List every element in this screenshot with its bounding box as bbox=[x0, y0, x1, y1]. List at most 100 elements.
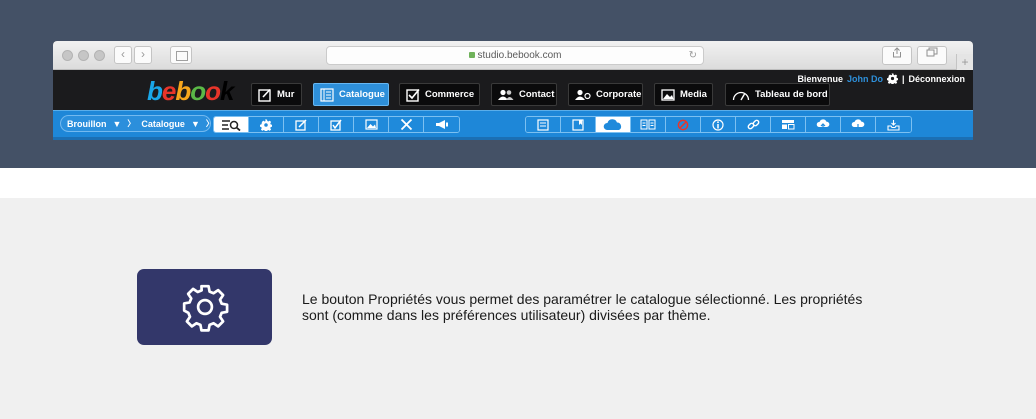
nav-media-button[interactable]: Media bbox=[654, 83, 713, 106]
properties-button[interactable] bbox=[249, 117, 284, 132]
image-icon bbox=[364, 119, 378, 130]
nav-label: Contact bbox=[519, 89, 555, 100]
disable-button[interactable] bbox=[666, 117, 701, 132]
breadcrumb-separator: 〉 bbox=[127, 119, 136, 128]
inbox-button[interactable] bbox=[876, 117, 911, 132]
megaphone-icon bbox=[435, 120, 448, 129]
nav-commerce-button[interactable]: Commerce bbox=[399, 83, 480, 106]
back-button[interactable]: ‹ bbox=[114, 46, 132, 64]
nav-catalogue-button[interactable]: Catalogue bbox=[313, 83, 389, 106]
address-bar[interactable]: studio.bebook.com ↻ bbox=[326, 46, 704, 65]
image-button[interactable] bbox=[354, 117, 389, 132]
forward-button[interactable]: › bbox=[134, 46, 152, 64]
zoom-window-button[interactable] bbox=[94, 50, 105, 61]
close-window-button[interactable] bbox=[62, 50, 73, 61]
layout-button[interactable] bbox=[771, 117, 806, 132]
logo-letter: e bbox=[161, 76, 177, 106]
toolbar-bottom-edge bbox=[53, 137, 973, 140]
minimize-window-button[interactable] bbox=[78, 50, 89, 61]
app-header: bebook Mur Catalogue Commerce Contact Co… bbox=[53, 70, 973, 110]
contacts-icon bbox=[498, 89, 514, 100]
nav-contact-button[interactable]: Contact bbox=[491, 83, 557, 106]
nav-label: Catalogue bbox=[339, 89, 385, 100]
chevron-down-icon[interactable]: ▼ bbox=[113, 119, 122, 129]
nav-label: Mur bbox=[277, 89, 295, 100]
cloud-upload-icon bbox=[816, 118, 830, 130]
user-welcome: Bienvenue John Do | Déconnexion bbox=[797, 73, 965, 84]
tool-group-left bbox=[213, 116, 460, 133]
logo-letter: b bbox=[175, 76, 191, 106]
reload-icon[interactable]: ↻ bbox=[689, 47, 697, 64]
breadcrumb-brouillon[interactable]: Brouillon bbox=[67, 119, 107, 129]
browser-chrome: ‹ › studio.bebook.com ↻ + bbox=[53, 41, 973, 70]
nav-corporate-button[interactable]: Corporate bbox=[568, 83, 643, 106]
breadcrumb: Brouillon ▼ 〉 Catalogue ▼ 〉 bbox=[60, 115, 214, 132]
info-button[interactable] bbox=[701, 117, 736, 132]
catalogue-toolbar: Brouillon ▼ 〉 Catalogue ▼ 〉 bbox=[53, 110, 973, 137]
lock-icon bbox=[468, 52, 475, 58]
properties-description: Le bouton Propriétés vous permet des par… bbox=[302, 291, 863, 323]
info-icon bbox=[712, 118, 724, 131]
tabs-button[interactable] bbox=[917, 46, 947, 65]
edit-icon bbox=[258, 88, 271, 102]
share-icon bbox=[893, 47, 901, 58]
edit-icon bbox=[295, 118, 307, 131]
page-button[interactable] bbox=[526, 117, 561, 132]
cloud-icon bbox=[603, 118, 622, 130]
share-button[interactable] bbox=[882, 46, 912, 65]
gear-icon bbox=[260, 119, 272, 131]
commerce-icon bbox=[406, 88, 420, 102]
separator-band bbox=[0, 168, 1036, 198]
user-name-link[interactable]: John Do bbox=[847, 74, 883, 84]
forbidden-icon bbox=[677, 119, 689, 130]
announce-button[interactable] bbox=[424, 117, 459, 132]
speedometer-icon bbox=[732, 91, 750, 100]
tools-icon bbox=[400, 118, 412, 131]
logout-link[interactable]: Déconnexion bbox=[908, 74, 965, 84]
nav-dashboard-button[interactable]: Tableau de bord bbox=[725, 83, 830, 106]
logo-letter: o bbox=[205, 76, 221, 106]
nav-label: Corporate bbox=[596, 89, 642, 100]
columns-icon bbox=[640, 119, 656, 130]
image-icon bbox=[661, 88, 675, 101]
nav-label: Tableau de bord bbox=[755, 89, 828, 100]
nav-label: Media bbox=[680, 89, 707, 100]
nav-label: Commerce bbox=[425, 89, 475, 100]
chevron-down-icon[interactable]: ▼ bbox=[191, 119, 200, 129]
bebook-logo[interactable]: bebook bbox=[147, 76, 235, 106]
logo-letter: b bbox=[147, 76, 163, 106]
nav-mur-button[interactable]: Mur bbox=[251, 83, 302, 106]
breadcrumb-catalogue[interactable]: Catalogue bbox=[141, 119, 185, 129]
download-button[interactable] bbox=[841, 117, 876, 132]
search-preview-icon bbox=[222, 119, 241, 131]
link-button[interactable] bbox=[736, 117, 771, 132]
catalogue-icon bbox=[320, 87, 334, 102]
layout-icon bbox=[782, 120, 795, 130]
logo-letter: o bbox=[190, 76, 206, 106]
tool-group-right bbox=[525, 116, 912, 133]
link-icon bbox=[747, 119, 759, 130]
properties-feature-card bbox=[137, 269, 272, 345]
edit-button[interactable] bbox=[284, 117, 319, 132]
sidebar-toggle-button[interactable] bbox=[170, 46, 192, 64]
corporate-icon bbox=[575, 89, 591, 100]
bookmark-button[interactable] bbox=[561, 117, 596, 132]
bookmark-icon bbox=[572, 118, 584, 131]
welcome-text: Bienvenue bbox=[797, 73, 843, 84]
checkbox-icon bbox=[330, 119, 342, 131]
cloud-download-icon bbox=[851, 118, 865, 131]
gear-icon bbox=[182, 284, 228, 332]
validate-button[interactable] bbox=[319, 117, 354, 132]
browser-window: ‹ › studio.bebook.com ↻ + bebook Mur Cat… bbox=[53, 41, 973, 140]
new-tab-button[interactable]: + bbox=[956, 54, 973, 70]
columns-button[interactable] bbox=[631, 117, 666, 132]
logo-letter: k bbox=[220, 76, 235, 106]
settings-gear-icon[interactable] bbox=[886, 73, 898, 84]
upload-button[interactable] bbox=[806, 117, 841, 132]
preview-button[interactable] bbox=[214, 117, 249, 132]
tools-button[interactable] bbox=[389, 117, 424, 132]
separator: | bbox=[901, 73, 905, 84]
tabs-icon bbox=[926, 47, 938, 57]
cloud-button[interactable] bbox=[596, 117, 631, 132]
url-text: studio.bebook.com bbox=[477, 50, 562, 61]
